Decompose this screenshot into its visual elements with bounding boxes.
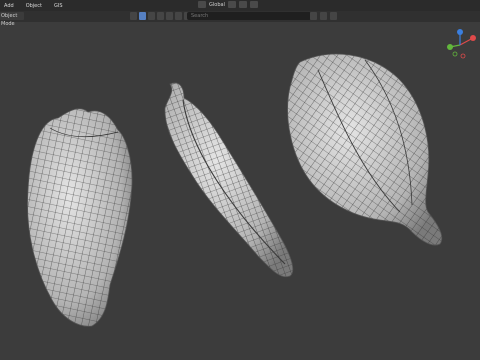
mesh-objects[interactable] xyxy=(0,0,480,360)
mesh-center-pod xyxy=(164,82,294,278)
3d-viewport[interactable]: Add Object GIS Global Object Mode Search xyxy=(0,0,480,360)
mesh-left-pod xyxy=(27,108,133,327)
mesh-right-pod xyxy=(287,53,443,246)
